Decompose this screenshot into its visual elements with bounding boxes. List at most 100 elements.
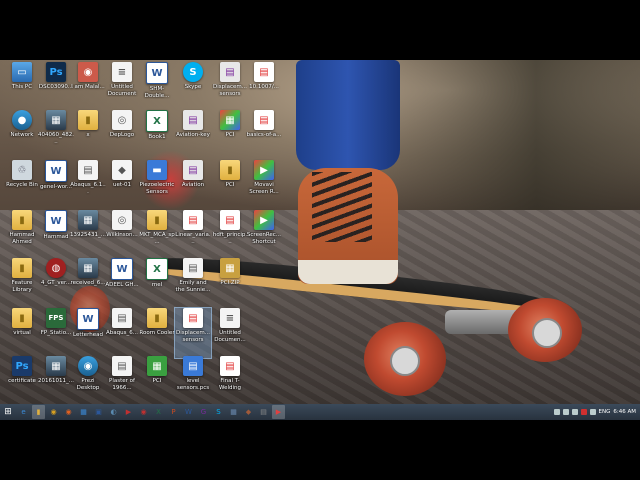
taskbar-app6-button[interactable]: ▤ (257, 405, 270, 419)
desktop-icon[interactable]: ◉ Prezi Desktop (70, 356, 106, 406)
desktop-icon-image: ▮ (220, 160, 240, 180)
desktop-icon-label: PCI (225, 182, 235, 188)
desktop-icon-label: SHM-Double... (144, 86, 170, 99)
desktop-icon-label: DepLogo (109, 132, 135, 138)
desktop-icon[interactable]: ▤ Abaqus_6... (104, 308, 140, 358)
desktop-icon[interactable]: ▤ Displacem... sensors (174, 307, 212, 359)
desktop-icon[interactable]: Ps DSC03090... (38, 62, 74, 112)
desktop-icon[interactable]: ▦ PCI.ZIP (212, 258, 248, 308)
desktop-icon-label: certificate (8, 378, 36, 384)
network-icon[interactable] (562, 409, 569, 415)
taskbar-excel-button[interactable]: X (152, 405, 165, 419)
desktop-icon[interactable]: FPS FP_Statio... (38, 308, 74, 358)
taskbar-app1-button[interactable]: ▣ (92, 405, 105, 419)
desktop-icon-image: ▤ (78, 160, 98, 180)
desktop-icon[interactable]: ▤ Plaster of 1966... (104, 356, 140, 406)
desktop-icon-label: ScreenRec... Shortcut (246, 232, 282, 245)
desktop-icon[interactable]: ◉ I am Malal... (70, 62, 106, 112)
taskbar-movavi-button[interactable]: ▶ (272, 405, 285, 419)
start-button[interactable]: ⊞ (0, 404, 16, 420)
desktop-icon[interactable]: ≡ Untitled Documen... (212, 308, 248, 358)
desktop-icon[interactable]: ● Network (4, 110, 40, 160)
desktop-icon[interactable]: ▶ Movavi Screen R... (246, 160, 282, 210)
desktop-icon[interactable]: ≡ Untitled Document (104, 62, 140, 112)
desktop-icon[interactable]: ▦ 13925431_... (70, 210, 106, 260)
desktop-icon[interactable]: X Book1 (139, 110, 175, 160)
desktop-icon[interactable]: ▤ level sensors.pcs (175, 356, 211, 406)
desktop-icon[interactable]: ▤ Linear_varia... (175, 210, 211, 260)
desktop-icon[interactable]: W Letterhead (70, 308, 106, 358)
desktop-icon[interactable]: ▦ 20161011_... (38, 356, 74, 406)
taskbar-firefox-button[interactable]: ◉ (62, 405, 75, 419)
language-indicator[interactable]: ENG (599, 409, 611, 415)
desktop-icon[interactable]: ▤ Aviation-key (175, 110, 211, 160)
desktop-icon[interactable]: W Hammad (38, 210, 74, 260)
desktop-icon[interactable]: ▶ ScreenRec... Shortcut (246, 210, 282, 260)
desktop-icon[interactable]: Ps certificate (4, 356, 40, 406)
desktop-icon[interactable]: ▦ 404060_482... (38, 110, 74, 160)
desktop-icon[interactable]: Xmel (139, 258, 175, 308)
desktop-icon[interactable]: ▤ 10.1007/... (246, 62, 282, 112)
desktop-icon[interactable]: W ADEEL GH... (104, 258, 140, 308)
desktop-icon[interactable]: ▮ Room Cooler (139, 308, 175, 358)
desktop-icon-image: W (77, 308, 99, 330)
desktop-icon[interactable]: ▮ PCI (212, 160, 248, 210)
taskbar-app2-button[interactable]: ◉ (137, 405, 150, 419)
desktop-icon-image: ▦ (46, 356, 66, 376)
taskbar-skype-button[interactable]: S (212, 405, 225, 419)
desktop-icon[interactable]: ◎ Wilkinson... (104, 210, 140, 260)
desktop-icon[interactable]: ◎ DepLogo (104, 110, 140, 160)
desktop-icon[interactable]: ▮ MKT_MCA_sp... (139, 210, 175, 260)
desktop-icon-image: ▤ (183, 160, 203, 180)
taskbar-apps: e ▮ ◉ ◉ ▦ ▣ ◐ ▶ ◉ X P W G S ▦ ◆ ▤ ▶ (16, 405, 286, 419)
volume-icon[interactable] (571, 409, 578, 415)
desktop-icon[interactable]: ▤ hdft_princip... (212, 210, 248, 260)
taskbar-chrome-button[interactable]: ◉ (47, 405, 60, 419)
desktop-icon[interactable]: ◍ 4_GT_ver... (38, 258, 74, 308)
taskbar-photo-button[interactable]: ◐ (107, 405, 120, 419)
desktop-icon-image: W (111, 258, 133, 280)
desktop-icon-image: ▮ (12, 210, 32, 230)
desktop-icon[interactable]: ▤ Emily and the Sunnie... (175, 258, 211, 308)
taskbar-file-explorer-button[interactable]: ▮ (32, 405, 45, 419)
desktop-icon[interactable]: ▦ PCI (212, 110, 248, 160)
desktop-icon[interactable]: ▮ Feature Library (4, 258, 40, 308)
battery-icon[interactable] (589, 409, 596, 415)
wallpaper-laces (312, 172, 372, 242)
desktop-icon[interactable]: ▤ Final T-Welding (212, 356, 248, 406)
taskbar-media-button[interactable]: ▶ (122, 405, 135, 419)
desktop[interactable]: ▭ This PC Ps DSC03090... ◉ I am Malal... ≡ Unti… (0, 60, 640, 420)
desktop-icon[interactable]: ♲ Recycle Bin (4, 160, 40, 210)
desktop-icon-label: mel (151, 282, 163, 288)
desktop-icon[interactable]: ▦ received_6... (70, 258, 106, 308)
desktop-icon[interactable]: ◆ uet-01 (104, 160, 140, 210)
antivirus-icon[interactable] (580, 409, 587, 415)
taskbar-app4-button[interactable]: ▦ (227, 405, 240, 419)
desktop-icon[interactable]: S Skype (175, 62, 211, 112)
desktop-icon-image: ▶ (254, 210, 274, 230)
taskbar-ie-button[interactable]: e (17, 405, 30, 419)
desktop-icon-label: Piezoelectric Sensors (139, 182, 175, 195)
show-hidden-icons-icon[interactable] (553, 409, 560, 415)
taskbar-store-button[interactable]: ▦ (77, 405, 90, 419)
desktop-icon-label: Hammad (43, 234, 69, 240)
desktop-icon[interactable]: ▮ Hammad Ahmed (4, 210, 40, 260)
desktop-icon[interactable]: ▮ x (70, 110, 106, 160)
desktop-icon[interactable]: Wgenel-wor... (38, 160, 74, 210)
desktop-icon[interactable]: ▤ Displacem... sensors (212, 62, 248, 112)
desktop-icon[interactable]: ▮ virtual (4, 308, 40, 358)
desktop-icon[interactable]: ▤ Aviation (175, 160, 211, 210)
taskbar-app5-button[interactable]: ◆ (242, 405, 255, 419)
desktop-icon[interactable]: ▦ PCI (139, 356, 175, 406)
desktop-icon[interactable]: ▤ Abaqus_6.1... (70, 160, 106, 210)
desktop-icon[interactable]: ▬ Piezoelectric Sensors (139, 160, 175, 210)
desktop-icon[interactable]: ▭ This PC (4, 62, 40, 112)
taskbar-powerpoint-button[interactable]: P (167, 405, 180, 419)
desktop-icon[interactable]: W SHM-Double... (139, 62, 175, 112)
desktop-icon[interactable]: ▤ basics-of-a... (246, 110, 282, 160)
desktop-icon-label: ADEEL GH... (105, 282, 139, 288)
taskbar-app3-button[interactable]: G (197, 405, 210, 419)
desktop-icon-image: ◎ (112, 210, 132, 230)
taskbar-word-button[interactable]: W (182, 405, 195, 419)
clock[interactable]: 6:46 AM (613, 409, 636, 415)
